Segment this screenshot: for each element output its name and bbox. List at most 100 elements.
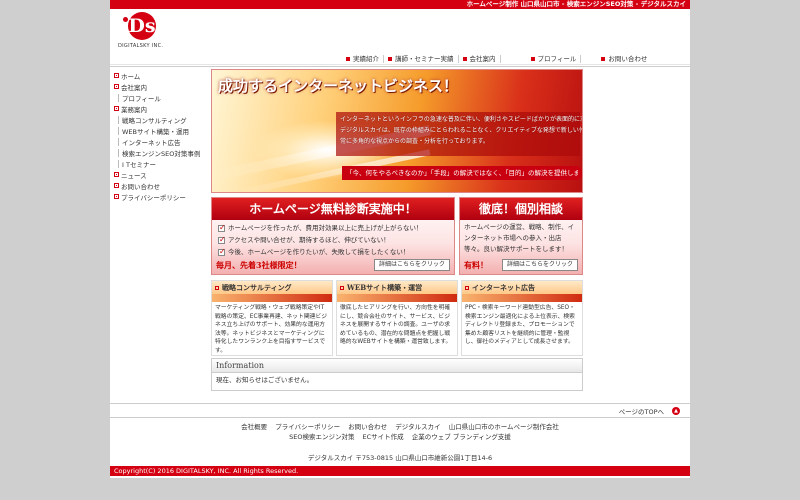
check-text: アクセスや問い合せが、期待するほど、伸びていない！ xyxy=(228,236,390,244)
sidebar-item[interactable]: 検索エンジンSEO対策事例 xyxy=(114,147,210,158)
logo-name: DIGITALSKY INC. xyxy=(118,43,164,49)
footer-links-line2: SEO検索エンジン対策 ECサイト作成 企業のウェブ ブランディング支援 xyxy=(110,432,690,442)
sidebar-item[interactable]: WEBサイト構築・運用 xyxy=(114,125,210,136)
footer-link[interactable]: デジタルスカイ xyxy=(395,423,440,431)
checkbox-icon xyxy=(218,234,226,246)
promo-detail-button[interactable]: 詳細はこちらをクリック xyxy=(501,259,578,271)
divider xyxy=(499,55,501,63)
sidebar-item-label: ホーム xyxy=(121,72,141,81)
service-title-label: 戦略コンサルティング xyxy=(222,283,292,292)
service-card-web[interactable]: WEBサイト構築・運営 徹底したヒアリングを行い、方向性を明確にし、競合会社のサ… xyxy=(336,280,458,356)
check-text: ホームページを作ったが、費用対効果以上に売上げが上がらない！ xyxy=(228,224,423,232)
promo-check-item: ホームページを作ったが、費用対効果以上に売上げが上がらない！ xyxy=(212,222,454,234)
divider xyxy=(110,66,690,67)
bullet-icon xyxy=(465,285,469,290)
footer-address: デジタルスカイ 〒753-0815 山口県山口市維新公園1丁目14-6 xyxy=(307,454,493,462)
bullet-icon xyxy=(388,57,392,61)
service-card-ads[interactable]: インターネット広告 PPC・検索キーワード連動型広告、SEO・検索エンジン最適化… xyxy=(461,280,583,356)
bullet-icon xyxy=(601,57,606,61)
service-card-strategy[interactable]: 戦略コンサルティング マーケティング戦略・ウェブ戦略策定やIT戦略の策定、EC事… xyxy=(211,280,333,356)
information-box: Information 現在、お知らせはございません。 xyxy=(211,358,583,391)
free-diagnosis-promo[interactable]: ホームページ無料診断実施中！ ホームページを作ったが、費用対効果以上に売上げが上… xyxy=(211,197,455,275)
footer-link[interactable]: お問い合わせ xyxy=(348,423,387,431)
sidebar-item[interactable]: 戦略コンサルティング xyxy=(114,114,210,125)
checkbox-icon xyxy=(218,246,226,258)
bullet-icon xyxy=(462,57,467,61)
promo-check-item: 今後、ホームページを作りたいが、失敗して損をしたくない！ xyxy=(212,246,454,258)
footer-link[interactable]: 山口県山口市のホームページ制作会社 xyxy=(449,423,559,431)
logo-mark: Ds xyxy=(128,12,156,40)
information-text: 現在、お知らせはございません。 xyxy=(216,376,314,384)
sidebar-item[interactable]: ホーム xyxy=(114,70,210,81)
sidebar-item-label: ニュース xyxy=(121,171,147,180)
footer-link[interactable]: 会社概要 xyxy=(241,423,267,431)
sidebar-item-label: I Tセミナー xyxy=(122,160,156,169)
promo-emphasis: 有料！ xyxy=(464,259,488,270)
page-top-label: ページのTOPへ xyxy=(618,408,664,416)
footer-links-line1: 会社概要 プライバシーポリシー お問い合わせ デジタルスカイ 山口県山口市のホー… xyxy=(110,422,690,432)
tree-line xyxy=(118,148,119,157)
page: ホームページ制作 山口県山口市 - 検索エンジンSEO対策 - デジタルスカイ … xyxy=(110,0,690,478)
sidebar-item-label: プライバシーポリシー xyxy=(121,193,186,202)
footer-link[interactable]: 企業のウェブ ブランディング支援 xyxy=(412,433,511,441)
service-text: 徹底したヒアリングを行い、方向性を明確にし、競合会社のサイト、サービス、ビジネス… xyxy=(340,305,452,346)
tree-line xyxy=(118,159,119,168)
divider xyxy=(110,417,690,418)
service-image xyxy=(462,294,582,302)
sidebar-item[interactable]: I Tセミナー xyxy=(114,158,210,169)
sidebar-item[interactable]: お問い合わせ xyxy=(114,180,210,191)
service-title-label: WEBサイト構築・運営 xyxy=(347,283,423,292)
footer-link[interactable]: SEO検索エンジン対策 xyxy=(289,433,354,441)
bullet-icon xyxy=(114,84,119,89)
consultation-promo[interactable]: 徹底！個別相談 ホームページの運営、戦略、制作、インターネット市場への参入・出店… xyxy=(459,197,583,275)
sidebar-item[interactable]: プライバシーポリシー xyxy=(114,191,210,202)
bullet-icon xyxy=(215,285,219,290)
footer-link[interactable]: プライバシーポリシー xyxy=(275,423,340,431)
site-logo[interactable]: Ds DIGITALSKY INC. xyxy=(118,12,164,52)
sidebar-item[interactable]: ニュース xyxy=(114,169,210,180)
service-image xyxy=(337,294,457,302)
sidebar-item[interactable]: 会社案内 xyxy=(114,81,210,92)
service-title: 戦略コンサルティング xyxy=(212,281,332,294)
hero-banner: 成功するインターネットビジネス！ インターネットというインフラの急速な普及に伴い… xyxy=(211,69,583,193)
sidebar-item-label: お問い合わせ xyxy=(121,182,160,191)
service-text: PPC・検索キーワード連動型広告、SEO・検索エンジン最適化による上位表示、検索… xyxy=(465,305,575,346)
sidebar-item-label: 検索エンジンSEO対策事例 xyxy=(122,149,201,158)
logo-dot xyxy=(123,17,128,22)
sidebar-item[interactable]: 業務案内 xyxy=(114,103,210,114)
hero-title: 成功するインターネットビジネス！ xyxy=(218,77,459,95)
tree-line xyxy=(118,93,119,102)
bullet-icon xyxy=(114,194,119,199)
hero-line: デジタルスカイは、既存の枠組みにとらわれることなく、クリエイティブな発想で新しい… xyxy=(340,127,582,134)
bullet-icon xyxy=(114,106,119,111)
copyright: Copyright(C) 2016 DIGITALSKY, INC. All R… xyxy=(110,466,690,476)
tree-line xyxy=(118,126,119,135)
information-title: Information xyxy=(212,359,582,373)
service-title-label: インターネット広告 xyxy=(472,283,535,292)
sidebar-item-label: インターネット広告 xyxy=(122,138,181,147)
top-strip: ホームページ制作 山口県山口市 - 検索エンジンSEO対策 - デジタルスカイ xyxy=(110,0,690,9)
footer-nav: 会社概要 プライバシーポリシー お問い合わせ デジタルスカイ 山口県山口市のホー… xyxy=(110,422,690,442)
divider xyxy=(383,55,384,63)
sidebar-item[interactable]: プロフィール xyxy=(114,92,210,103)
bullet-icon xyxy=(114,73,119,78)
page-top-link[interactable]: ページのTOPへ ▲ xyxy=(619,406,680,416)
service-title: WEBサイト構築・運営 xyxy=(337,281,457,294)
sidebar-item-label: WEBサイト構築・運用 xyxy=(122,127,189,136)
sidebar-item-label: 業務案内 xyxy=(121,105,147,114)
divider xyxy=(110,403,690,404)
hero-note: 「今、何をやるべきなのか」「手段」の解決ではなく、「目的」の解決を提供します。 xyxy=(342,166,582,180)
promo-text: ホームページの運営、戦略、制作、インターネット市場への参入・出店等々。良い解決サ… xyxy=(464,223,575,253)
promo-footer: 毎月、先着3社様限定！ 詳細はこちらをクリック xyxy=(216,259,450,271)
sidebar: ホーム 会社案内 プロフィール業務案内戦略コンサルティング WEBサイト構築・運用 イン… xyxy=(114,70,210,202)
checkbox-icon xyxy=(218,222,226,234)
promo-detail-button[interactable]: 詳細はこちらをクリック xyxy=(373,259,450,271)
tree-line xyxy=(118,115,119,124)
bullet-icon xyxy=(114,172,119,177)
sidebar-item[interactable]: インターネット広告 xyxy=(114,136,210,147)
footer-link[interactable]: ECサイト作成 xyxy=(363,433,404,441)
divider xyxy=(580,55,582,63)
sidebar-item-label: 戦略コンサルティング xyxy=(122,116,187,125)
promo-title: ホームページ無料診断実施中！ xyxy=(212,198,454,220)
divider xyxy=(110,64,690,65)
